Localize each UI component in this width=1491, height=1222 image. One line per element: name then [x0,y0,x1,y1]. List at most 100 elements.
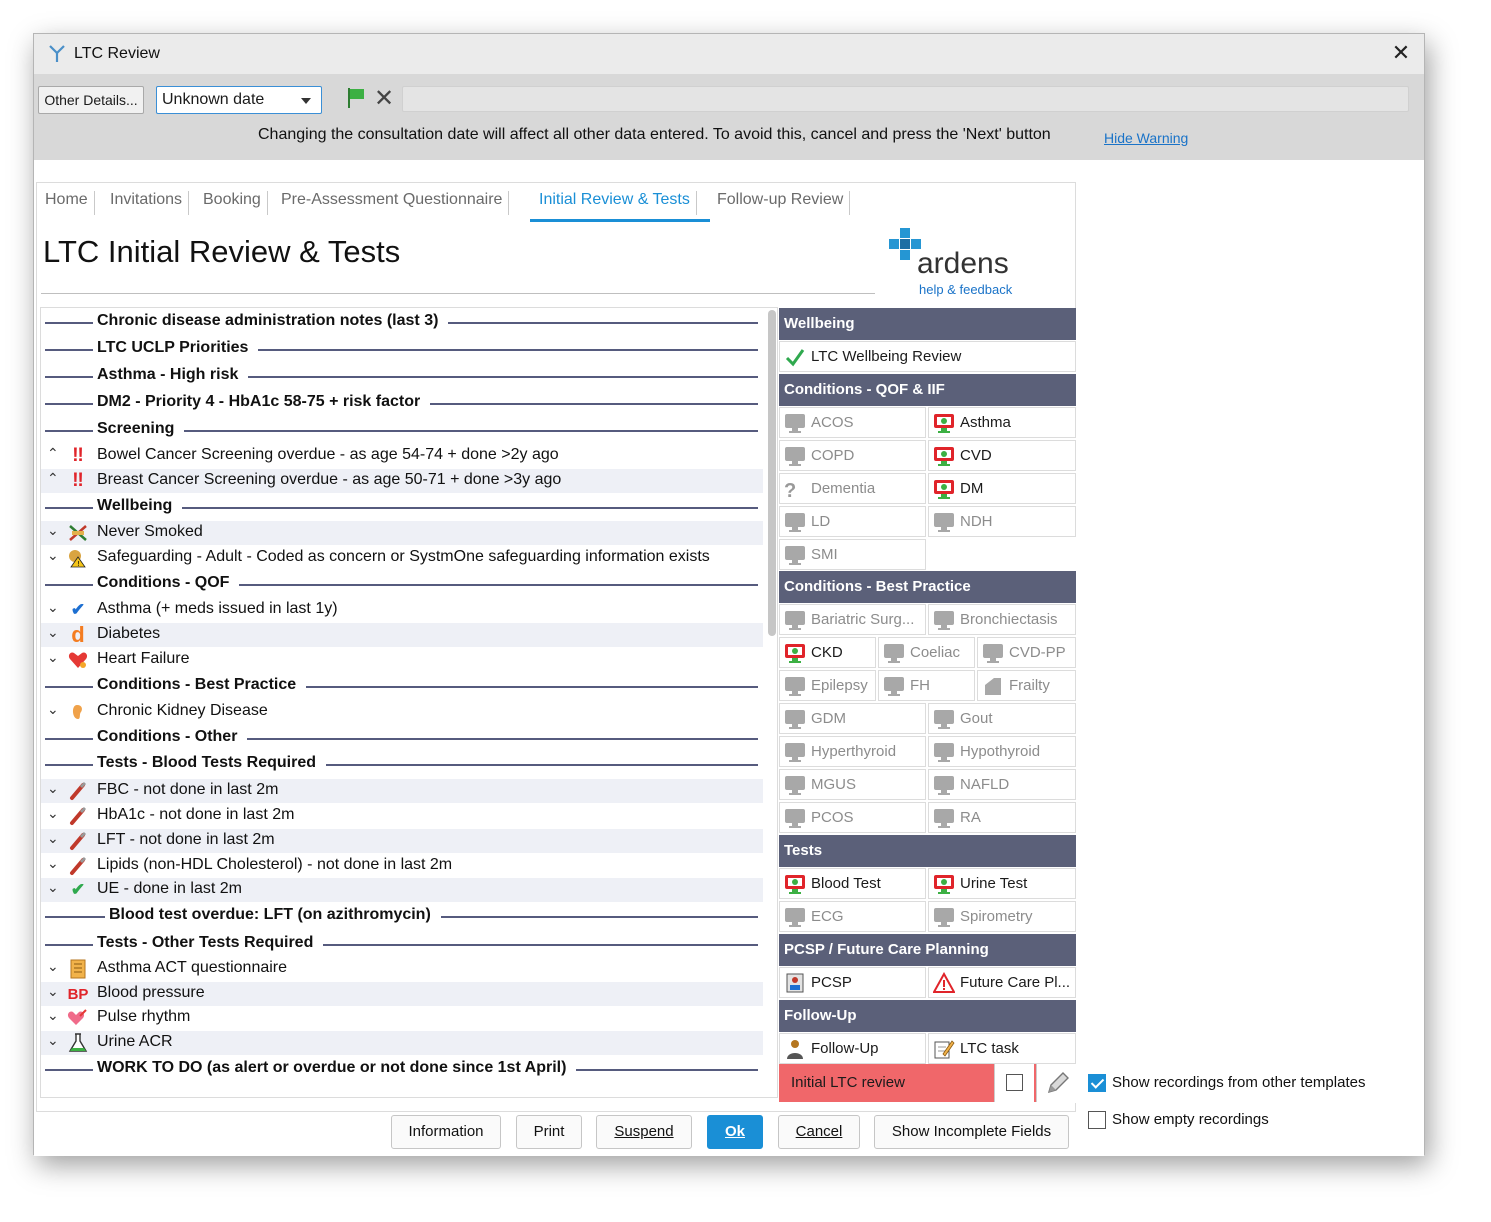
template-button-fh[interactable]: FH [878,670,975,701]
template-button-pcsp[interactable]: PCSP [779,967,926,998]
list-item[interactable]: ⌄ ✔ Asthma (+ meds issued in last 1y) [41,598,763,622]
cancel-button[interactable]: Cancel [778,1115,860,1149]
template-button-nafld[interactable]: NAFLD [928,769,1076,800]
template-button-coeliac[interactable]: Coeliac [878,637,975,668]
tab-invitations[interactable]: Invitations [104,191,190,215]
chevron-down-icon[interactable]: ⌄ [47,701,59,718]
template-button-ld[interactable]: LD [779,506,926,537]
list-item[interactable]: ⌄! Safeguarding - Adult - Coded as concer… [41,546,763,570]
main-area: Home Invitations Booking Pre-Assessment … [34,160,1424,1156]
list-item[interactable]: ⌄ Pulse rhythm [41,1006,763,1030]
list-item[interactable]: ⌃ ‼ Bowel Cancer Screening overdue - as ag… [41,444,763,468]
chevron-down-icon[interactable]: ⌄ [47,958,59,975]
hide-warning-link[interactable]: Hide Warning [1104,130,1188,146]
chevron-down-icon[interactable]: ⌄ [47,1007,59,1024]
consultation-info-field[interactable] [402,86,1409,112]
chevron-down-icon[interactable]: ⌄ [47,780,59,797]
template-button-ra[interactable]: RA [928,802,1076,833]
chevron-down-icon[interactable]: ⌄ [47,599,59,616]
template-button-urine-test[interactable]: Urine Test [928,868,1076,899]
initial-ltc-review-row[interactable]: Initial LTC review [779,1064,1076,1102]
heart-failure-icon [67,650,89,670]
template-button-ckd[interactable]: CKD [779,637,876,668]
template-button-hyperthyroid[interactable]: Hyperthyroid [779,736,926,767]
template-button-ecg[interactable]: ECG [779,901,926,932]
list-item[interactable]: ⌄ BP Blood pressure [41,982,763,1006]
template-button-spirometry[interactable]: Spirometry [928,901,1076,932]
chevron-down-icon[interactable]: ⌄ [47,983,59,1000]
template-button-ltc-wellbeing-review[interactable]: LTC Wellbeing Review [779,341,1076,372]
clear-date-icon[interactable]: ✕ [372,86,396,112]
template-button-ltc-task[interactable]: LTC task [928,1033,1076,1064]
template-button-frailty[interactable]: Frailty [977,670,1076,701]
list-item[interactable]: ⌄ LFT - not done in last 2m [41,829,763,853]
show-other-templates-checkbox[interactable] [1088,1074,1106,1092]
list-item[interactable]: ⌄ Chronic Kidney Disease [41,700,763,724]
template-button-cvd[interactable]: CVD [928,440,1076,471]
template-button-dm[interactable]: DM [928,473,1076,504]
template-button-cvd-pp[interactable]: CVD-PP [977,637,1076,668]
template-button-epilepsy[interactable]: Epilepsy [779,670,876,701]
template-button-mgus[interactable]: MGUS [779,769,926,800]
chevron-down-icon[interactable]: ⌄ [47,805,59,822]
section-header-text: Tests - Other Tests Required [97,934,314,951]
show-incomplete-fields-button[interactable]: Show Incomplete Fields [874,1115,1069,1149]
chevron-up-icon[interactable]: ⌃ [47,445,59,462]
tab-home[interactable]: Home [39,191,95,215]
template-button-ndh[interactable]: NDH [928,506,1076,537]
tab-follow-up-review[interactable]: Follow-up Review [711,191,851,215]
scrollbar[interactable] [768,310,776,636]
list-item[interactable]: ⌄ Urine ACR [41,1031,763,1055]
suspend-button[interactable]: Suspend [596,1115,692,1149]
chevron-up-icon[interactable]: ⌃ [47,470,59,487]
other-details-button[interactable]: Other Details... [38,86,144,114]
list-item[interactable]: ⌄ Heart Failure [41,648,763,672]
tab-pre-assessment[interactable]: Pre-Assessment Questionnaire [275,191,510,215]
list-item[interactable]: ⌄ d Diabetes [41,623,763,647]
chevron-down-icon[interactable]: ⌄ [47,830,59,847]
tab-initial-review[interactable]: Initial Review & Tests [533,191,697,215]
template-button-bariatric-surg[interactable]: Bariatric Surg... [779,604,926,635]
chevron-down-icon[interactable]: ⌄ [47,547,59,564]
template-button-copd[interactable]: COPD [779,440,926,471]
print-button[interactable]: Print [516,1115,582,1149]
list-item[interactable]: ⌄ HbA1c - not done in last 2m [41,804,763,828]
close-icon[interactable]: ✕ [1388,40,1414,66]
template-button-hypothyroid[interactable]: Hypothyroid [928,736,1076,767]
list-item[interactable]: ⌃ ‼ Breast Cancer Screening overdue - as a… [41,469,763,493]
list-item[interactable]: ⌄ Never Smoked [41,521,763,545]
chevron-down-icon[interactable]: ⌄ [47,624,59,641]
template-button-follow-up[interactable]: Follow-Up [779,1033,926,1064]
list-item[interactable]: ⌄ FBC - not done in last 2m [41,779,763,803]
template-button-gout[interactable]: Gout [928,703,1076,734]
information-button[interactable]: Information [391,1115,501,1149]
template-button-smi[interactable]: SMI [779,539,926,570]
chevron-down-icon[interactable]: ⌄ [47,1032,59,1049]
tab-booking[interactable]: Booking [197,191,268,215]
chevron-down-icon[interactable]: ⌄ [47,879,59,896]
template-button-acos[interactable]: ACOS [779,407,926,438]
list-item-text: Urine ACR [97,1033,173,1050]
list-item[interactable]: ⌄ Lipids (non-HDL Cholesterol) - not done… [41,854,763,878]
help-feedback-link[interactable]: help & feedback [919,282,1012,297]
consultation-date-select[interactable]: Unknown date [156,86,322,114]
ok-button[interactable]: Ok [707,1115,763,1149]
template-button-asthma[interactable]: Asthma [928,407,1076,438]
initial-ltc-review-checkbox[interactable] [994,1064,1034,1102]
template-button-dementia[interactable]: ? Dementia [779,473,926,504]
pencil-icon[interactable] [1036,1064,1076,1102]
green-flag-icon[interactable] [345,86,367,112]
template-button-blood-test[interactable]: Blood Test [779,868,926,899]
template-button-bronchiectasis[interactable]: Bronchiectasis [928,604,1076,635]
show-empty-recordings-checkbox[interactable] [1088,1111,1106,1129]
chevron-down-icon[interactable]: ⌄ [47,855,59,872]
template-button-pcos[interactable]: PCOS [779,802,926,833]
template-button-future-care-pl[interactable]: Future Care Pl... [928,967,1076,998]
chevron-down-icon[interactable]: ⌄ [47,522,59,539]
template-button-gdm[interactable]: GDM [779,703,926,734]
list-item[interactable]: ⌄ ✔ UE - done in last 2m [41,878,763,902]
blood-tube-icon [67,831,89,851]
monitor-grey-icon [784,445,806,467]
chevron-down-icon[interactable]: ⌄ [47,649,59,666]
list-item[interactable]: ⌄ Asthma ACT questionnaire [41,957,763,981]
